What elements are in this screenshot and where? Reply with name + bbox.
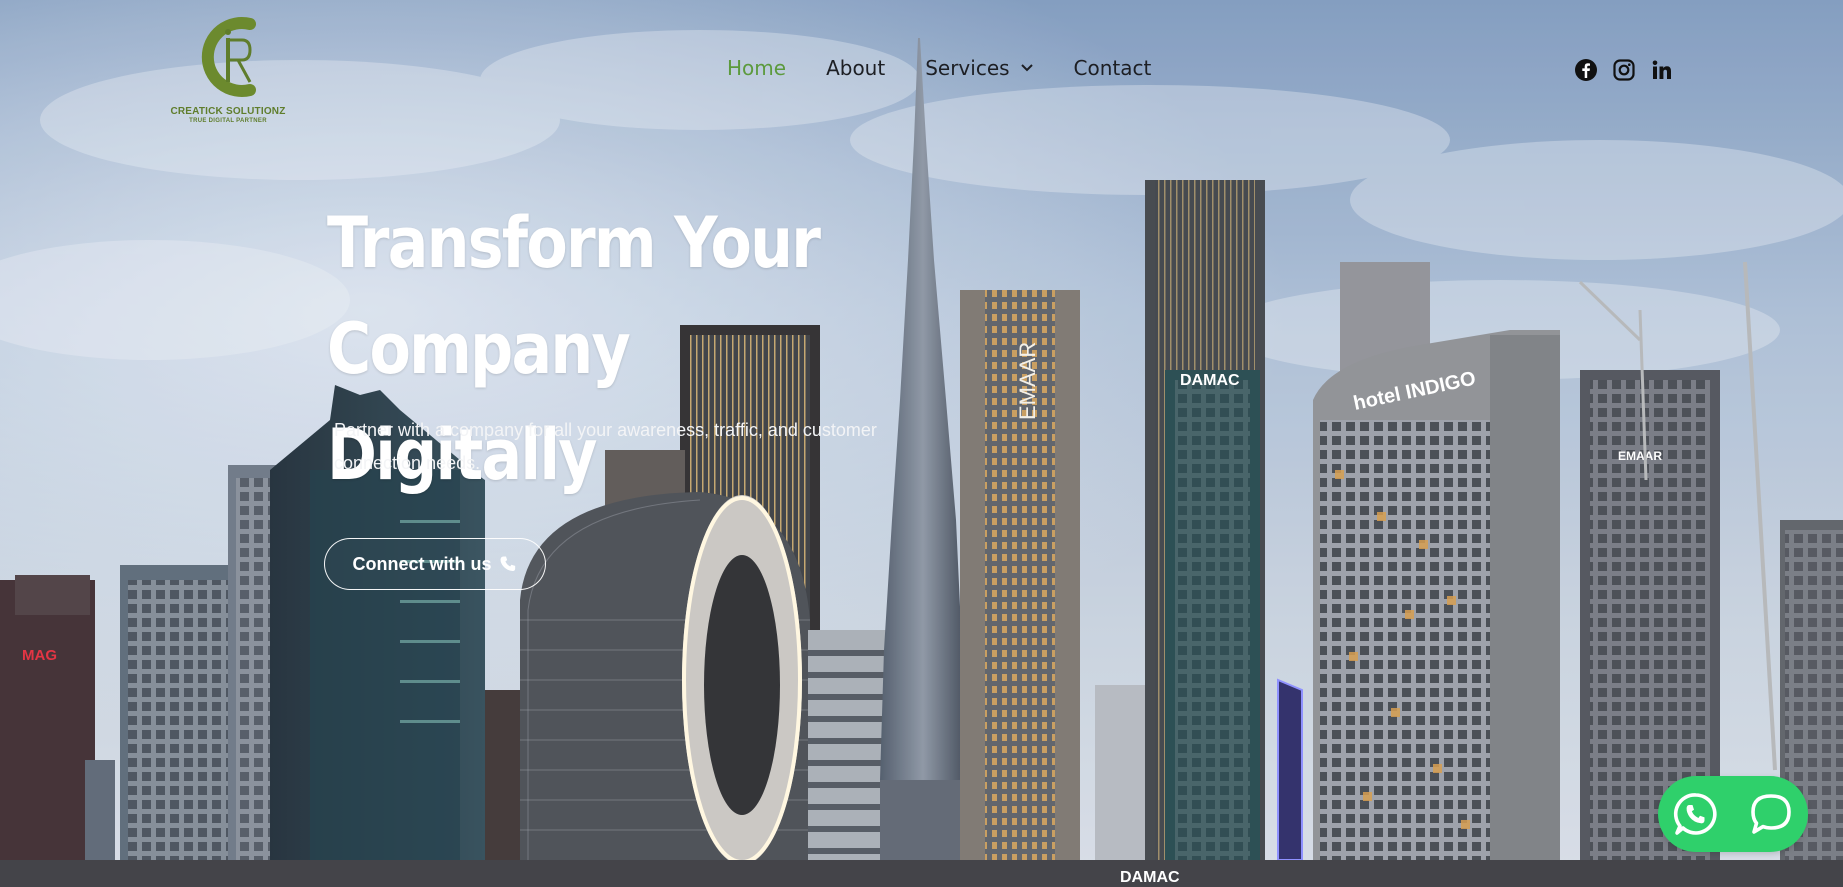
nav-home-label: Home xyxy=(727,56,787,80)
hero-subtext-line-2: connection needs. xyxy=(334,453,481,473)
nav-contact-label: Contact xyxy=(1073,56,1152,80)
main-nav: Home About Services Contact xyxy=(727,56,1191,80)
chat-bubble-icon[interactable] xyxy=(1747,790,1795,838)
chat-widget xyxy=(1658,776,1808,852)
linkedin-icon[interactable] xyxy=(1650,58,1674,82)
hero-headline-line-1: Transform Your xyxy=(327,202,821,284)
logo-mark-icon xyxy=(201,17,256,97)
instagram-icon[interactable] xyxy=(1612,58,1636,82)
brand-logo[interactable]: CREATICK SOLUTIONZ TRUE DIGITAL PARTNER xyxy=(168,10,288,130)
hero-subtext: Partner with a company for all your awar… xyxy=(334,414,974,480)
nav-item-services[interactable]: Services xyxy=(925,56,1033,80)
nav-about-label: About xyxy=(826,56,886,80)
brand-name: CREATICK SOLUTIONZ xyxy=(170,106,286,117)
nav-services-label: Services xyxy=(925,56,1010,80)
connect-with-us-button[interactable]: Connect with us xyxy=(324,538,546,590)
whatsapp-icon[interactable] xyxy=(1672,790,1720,838)
facebook-icon[interactable] xyxy=(1574,58,1598,82)
connect-button-label: Connect with us xyxy=(352,553,492,574)
hero-section: MAG EMAAR DAMAC hotel INDIGO EMAAR DAMAC… xyxy=(0,0,1843,887)
social-links xyxy=(1574,58,1674,82)
nav-item-home[interactable]: Home xyxy=(727,56,786,80)
brand-tagline: TRUE DIGITAL PARTNER xyxy=(189,118,267,124)
chevron-down-icon xyxy=(1020,64,1033,72)
hero-subtext-line-1: Partner with a company for all your awar… xyxy=(334,420,877,440)
nav-item-about[interactable]: About xyxy=(826,56,885,80)
nav-item-contact[interactable]: Contact xyxy=(1074,56,1152,80)
phone-icon xyxy=(500,556,515,571)
